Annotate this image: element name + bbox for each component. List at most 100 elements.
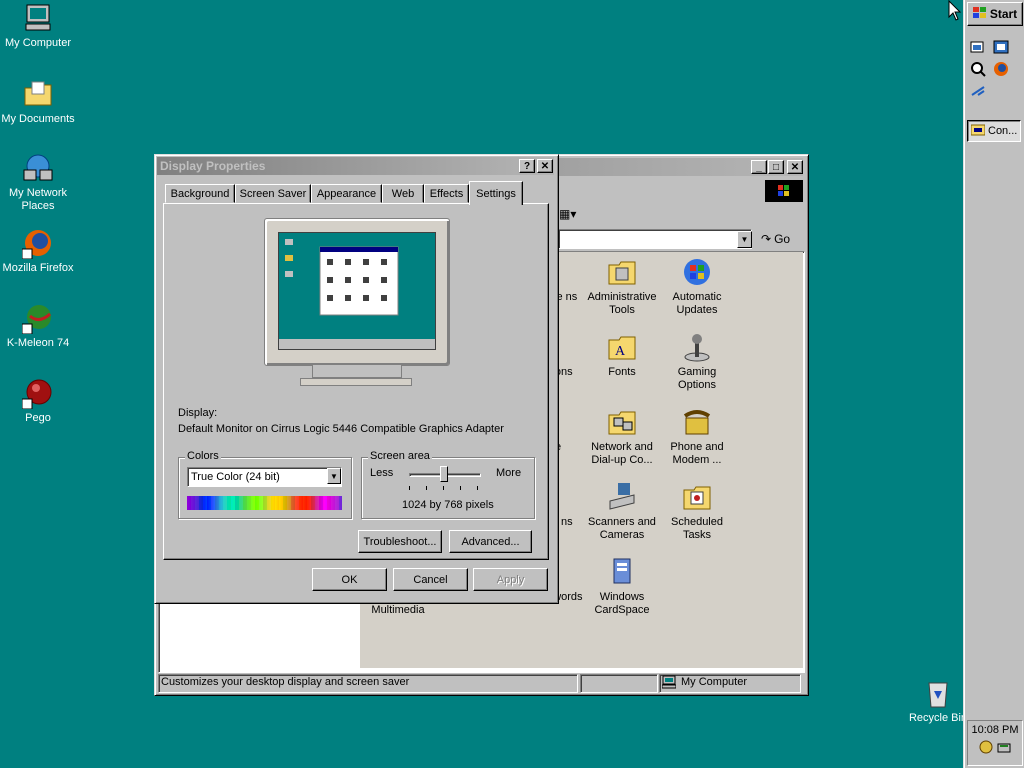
tray-sync-icon[interactable] (997, 740, 1011, 757)
tab-web[interactable]: Web (382, 184, 424, 203)
show-desktop-icon[interactable] (970, 39, 986, 55)
cp-item-label: Multimedia (371, 604, 425, 616)
cp-item-label: Network and Dial-up Co... (591, 441, 653, 466)
cp-item-label: Fonts (608, 366, 636, 378)
dialog-close-button[interactable]: ✕ (537, 159, 553, 173)
scheduled-tasks-icon (681, 481, 713, 513)
help-button[interactable]: ? (519, 159, 535, 173)
mouse-cursor-icon (948, 0, 962, 22)
monitor-base (300, 378, 412, 386)
display-value: Default Monitor on Cirrus Logic 5446 Com… (178, 423, 504, 435)
k-meleon-quicklaunch-icon[interactable] (970, 83, 986, 99)
cp-item-label: Automatic Updates (672, 291, 722, 316)
explorer-icon[interactable] (993, 39, 1009, 55)
status-text: Customizes your desktop display and scre… (161, 676, 410, 688)
cp-item-administrative-tools[interactable]: Administrative Tools (584, 256, 660, 317)
my-computer-icon (22, 2, 54, 34)
tab-appearance[interactable]: Appearance (311, 184, 382, 203)
windows-logo-icon (765, 180, 803, 202)
system-tray: 10:08 PM (967, 720, 1023, 766)
display-label: Display: (178, 407, 218, 419)
tray-network-icon[interactable] (979, 740, 993, 757)
minimize-button[interactable]: _ (751, 160, 767, 174)
desktop-icon-mozilla-firefox[interactable]: Mozilla Firefox (0, 227, 76, 275)
cp-item-phone-modem[interactable]: Phone and Modem ... (659, 406, 735, 467)
windows-update-icon (681, 256, 713, 288)
cardspace-icon (606, 556, 638, 588)
cp-item-label: Administrative Tools (587, 291, 657, 316)
less-label: Less (370, 467, 394, 479)
status-zone: My Computer (681, 676, 748, 688)
advanced-button[interactable]: Advanced... (449, 530, 532, 553)
tab-settings[interactable]: Settings (469, 181, 523, 205)
desktop-icon-k-meleon[interactable]: K-Meleon 74 (0, 302, 76, 350)
folder-documents-icon (22, 78, 54, 110)
desktop-icon-label: My Documents (1, 113, 75, 125)
start-label: Start (989, 7, 1018, 21)
colors-select-value: True Color (24 bit) (191, 471, 280, 483)
cp-item-scheduled-tasks[interactable]: Scheduled Tasks (659, 481, 735, 542)
cp-item-scanners-cameras[interactable]: Scanners and Cameras (584, 481, 660, 542)
cp-item-label: Phone and Modem ... (670, 441, 724, 466)
ok-button[interactable]: OK (312, 568, 387, 591)
cp-item-gaming-options[interactable]: Gaming Options (659, 331, 735, 392)
firefox-icon (21, 227, 54, 260)
dialog-title: Display Properties (160, 159, 266, 173)
address-input[interactable] (558, 229, 752, 249)
colors-group-label: Colors (185, 450, 221, 462)
colors-select[interactable]: True Color (24 bit) ▼ (187, 467, 342, 487)
taskbar-button-label: Con... (988, 125, 1018, 137)
network-places-icon (22, 152, 54, 184)
cp-item-fonts[interactable]: A Fonts (584, 331, 660, 379)
cp-item-windows-cardspace[interactable]: Windows CardSpace (584, 556, 660, 617)
cp-item-multimedia[interactable]: Multimedia (360, 604, 436, 617)
desktop-icon-label: My Network Places (8, 187, 68, 212)
cancel-button[interactable]: Cancel (393, 568, 468, 591)
troubleshoot-button[interactable]: Troubleshoot... (358, 530, 442, 553)
tab-effects[interactable]: Effects (424, 184, 469, 203)
monitor-screen (278, 232, 436, 350)
monitor-stand (312, 364, 402, 378)
slider-ticks (409, 486, 481, 490)
desktop-icon-my-network-places[interactable]: My Network Places (0, 152, 76, 213)
recycle-bin-icon (922, 677, 954, 709)
desktop-icon-my-computer[interactable]: My Computer (0, 2, 76, 50)
views-icon[interactable]: ▦▾ (559, 207, 583, 223)
address-dropdown-arrow-icon[interactable]: ▼ (737, 231, 752, 248)
maximize-button[interactable]: □ (768, 160, 784, 174)
screen-area-group-label: Screen area (368, 450, 432, 462)
colors-dropdown-arrow-icon[interactable]: ▼ (327, 468, 341, 484)
resolution-slider-thumb[interactable] (440, 466, 448, 482)
desktop-icon-label: Pego (25, 412, 51, 424)
taskbar: Start Con... 10:08 PM (963, 0, 1024, 768)
tab-background[interactable]: Background (165, 184, 235, 203)
go-label: Go (774, 232, 791, 246)
cp-item-automatic-updates[interactable]: Automatic Updates (659, 256, 735, 317)
network-folder-icon (606, 406, 638, 438)
desktop-icon-label: Recycle Bin (908, 712, 968, 724)
administrative-tools-icon (606, 256, 638, 288)
cp-item-label: Gaming Options (677, 366, 717, 391)
go-arrow-icon: ↷ (761, 232, 772, 246)
firefox-quicklaunch-icon[interactable] (993, 61, 1009, 77)
start-button[interactable]: Start (967, 2, 1023, 26)
close-button[interactable]: ✕ (787, 160, 803, 174)
status-computer-icon (661, 675, 677, 689)
taskbar-control-panel-button[interactable]: Con... (967, 120, 1021, 142)
go-button[interactable]: ↷ Go (761, 230, 801, 248)
desktop-icon-my-documents[interactable]: My Documents (0, 78, 76, 126)
dialog-titlebar: Display Properties (157, 157, 554, 175)
desktop-icon-pego[interactable]: Pego (0, 377, 76, 425)
windows-flag-icon (972, 6, 987, 22)
status-bar-section-mid (580, 674, 658, 693)
cp-item-label: Scheduled Tasks (671, 516, 723, 541)
cp-item-network-dialup[interactable]: Network and Dial-up Co... (584, 406, 660, 467)
cp-item-label: Windows CardSpace (594, 591, 650, 616)
joystick-icon (681, 331, 713, 363)
tab-screen-saver[interactable]: Screen Saver (235, 184, 311, 203)
apply-button[interactable]: Apply (473, 568, 548, 591)
clock[interactable]: 10:08 PM (968, 724, 1022, 736)
svg-text:A: A (615, 344, 626, 359)
search-icon[interactable] (970, 61, 986, 77)
scanner-icon (606, 481, 638, 513)
